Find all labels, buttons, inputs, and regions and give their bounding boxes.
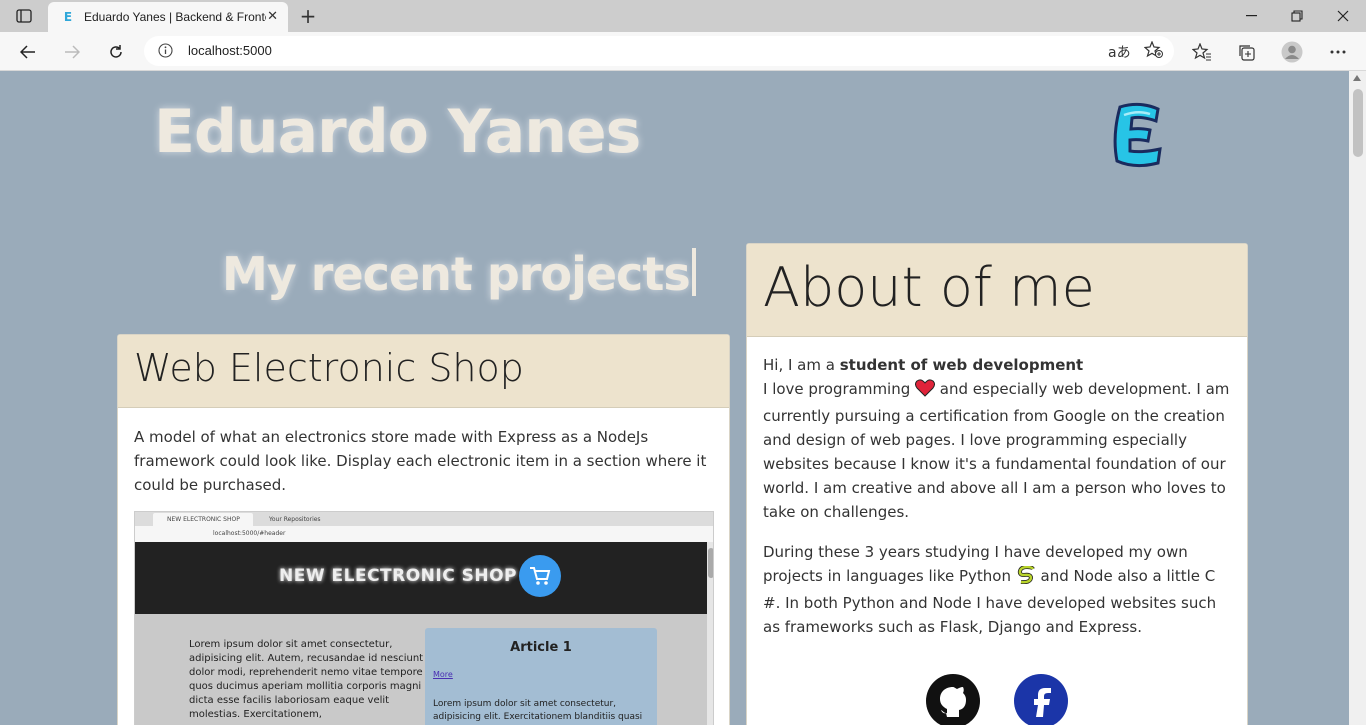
- project-screenshot[interactable]: NEW ELECTRONIC SHOP Your Repositories lo…: [134, 511, 714, 725]
- snake-icon: [1016, 564, 1036, 591]
- shot-article-text: Lorem ipsum dolor sit amet consectetur, …: [433, 699, 643, 722]
- browser-toolbar: localhost:5000 aあ: [0, 32, 1366, 71]
- refresh-icon[interactable]: [102, 38, 130, 66]
- shot-hero: NEW ELECTRONIC SHOP: [135, 542, 707, 614]
- page-viewport: Eduardo Yanes My recent projects Web Ele…: [0, 71, 1349, 725]
- favicon-icon: E: [63, 10, 73, 24]
- shot-more-link: More: [433, 670, 453, 679]
- minimize-icon[interactable]: [1228, 0, 1274, 32]
- cart-icon: [519, 555, 561, 597]
- shot-lorem: Lorem ipsum dolor sit amet consectetur, …: [189, 639, 424, 720]
- more-menu-icon[interactable]: [1324, 38, 1352, 66]
- freecodecamp-icon[interactable]: [1014, 674, 1068, 725]
- shot-article: Article 1 More Lorem ipsum dolor sit ame…: [425, 628, 657, 725]
- project-description: A model of what an electronics store mad…: [134, 428, 707, 494]
- about-card-header: About of me: [747, 244, 1247, 337]
- shot-tab-2: Your Repositories: [269, 516, 321, 523]
- shot-scrollbar: [707, 542, 713, 725]
- add-favorite-icon[interactable]: [1143, 40, 1164, 63]
- tab-title: Eduardo Yanes | Backend & Frontend: [84, 10, 266, 24]
- browser-tab[interactable]: E Eduardo Yanes | Backend & Frontend ✕: [48, 2, 288, 32]
- shot-address: localhost:5000/#header: [135, 526, 713, 542]
- browser-tab-bar: E Eduardo Yanes | Backend & Frontend ✕ +: [0, 0, 1366, 32]
- site-info-icon[interactable]: [158, 43, 173, 62]
- shot-tab-1: NEW ELECTRONIC SHOP: [153, 513, 253, 526]
- shot-body: Lorem ipsum dolor sit amet consectetur, …: [135, 614, 707, 725]
- shot-tab-bar: NEW ELECTRONIC SHOP Your Repositories: [135, 512, 713, 526]
- tab-actions-icon[interactable]: [10, 6, 38, 26]
- shot-article-title: Article 1: [510, 640, 572, 655]
- github-icon[interactable]: [926, 674, 980, 725]
- about-text: Hi, I am a student of web development I …: [763, 353, 1235, 639]
- profile-avatar-icon[interactable]: [1278, 38, 1306, 66]
- projects-heading: My recent projects: [222, 247, 696, 301]
- back-arrow-icon[interactable]: [14, 38, 42, 66]
- project-card-header: Web Electronic Shop: [118, 335, 729, 408]
- about-title: About of me: [763, 256, 1095, 319]
- about-paragraph-2: During these 3 years studying I have dev…: [763, 543, 1217, 636]
- about-intro-bold: student of web development: [839, 356, 1084, 374]
- site-title: Eduardo Yanes: [154, 97, 641, 167]
- about-intro: Hi, I am a student of web development: [763, 356, 1084, 374]
- forward-arrow-icon[interactable]: [58, 38, 86, 66]
- project-title: Web Electronic Shop: [134, 346, 524, 390]
- address-bar[interactable]: localhost:5000 aあ: [144, 36, 1174, 66]
- collections-icon[interactable]: [1232, 38, 1260, 66]
- page-scrollbar[interactable]: [1349, 71, 1366, 725]
- favorites-icon[interactable]: [1188, 38, 1216, 66]
- heart-icon: [915, 379, 936, 404]
- address-text: localhost:5000: [188, 43, 272, 58]
- scroll-thumb[interactable]: [1353, 89, 1363, 157]
- close-icon[interactable]: ✕: [267, 10, 278, 24]
- about-paragraph-1: I love programming and especially web de…: [763, 379, 1230, 521]
- logo-icon[interactable]: [1110, 101, 1168, 169]
- about-card: About of me Hi, I am a student of web de…: [746, 243, 1248, 725]
- restore-icon[interactable]: [1274, 0, 1320, 32]
- text-caret: [691, 248, 696, 296]
- scroll-up-icon[interactable]: [1353, 75, 1361, 81]
- window-close-icon[interactable]: [1320, 0, 1366, 32]
- read-aloud-icon[interactable]: aあ: [1108, 42, 1131, 62]
- project-card: Web Electronic Shop A model of what an e…: [117, 334, 730, 725]
- shot-hero-title: NEW ELECTRONIC SHOP: [279, 566, 518, 586]
- new-tab-icon[interactable]: +: [296, 4, 320, 28]
